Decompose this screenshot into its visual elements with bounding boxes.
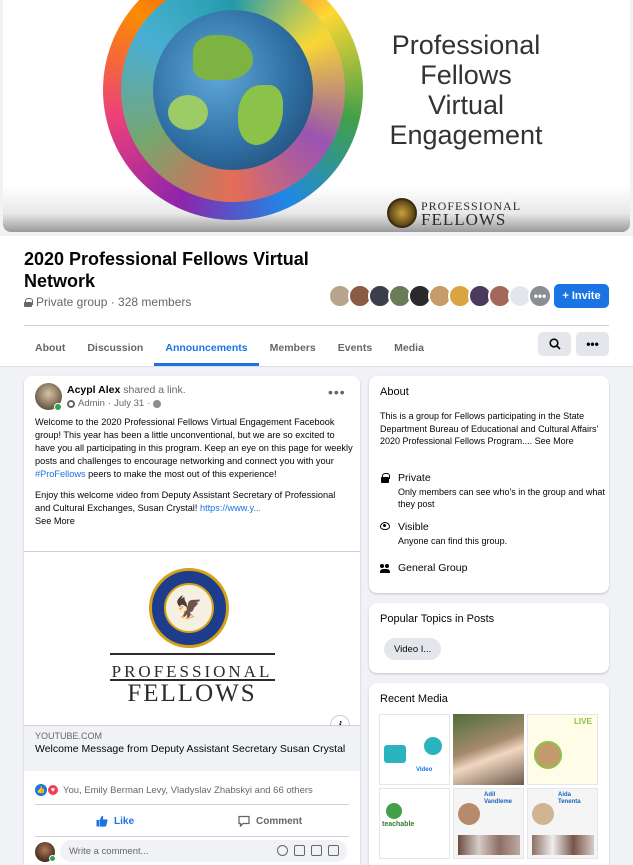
media-title: Recent Media <box>380 693 448 705</box>
post-url-link[interactable]: https://www.y... <box>200 503 261 513</box>
tab-events[interactable]: Events <box>327 330 383 366</box>
search-icon <box>548 338 561 350</box>
tab-about[interactable]: About <box>24 330 76 366</box>
search-button[interactable] <box>538 332 571 356</box>
invite-button[interactable]: + Invite <box>554 284 609 308</box>
media-thumbnail[interactable]: teachable <box>379 788 450 859</box>
online-status-icon <box>49 855 56 862</box>
camera-icon[interactable] <box>294 845 305 856</box>
comment-input[interactable]: Write a comment... <box>60 840 347 862</box>
post-menu-icon[interactable]: ••• <box>328 384 346 400</box>
post-text: Welcome to the 2020 Professional Fellows… <box>35 417 353 526</box>
about-description: This is a group for Fellows participatin… <box>380 411 599 446</box>
author-name[interactable]: Acypl Alex <box>67 384 120 396</box>
state-department-seal-icon: 🦅 <box>149 568 229 648</box>
avatar <box>534 741 562 769</box>
cover-photo[interactable]: Professional Fellows Virtual Engagement … <box>3 0 630 232</box>
header-divider <box>24 325 609 326</box>
gif-icon[interactable] <box>311 845 322 856</box>
admin-badge-icon <box>67 399 75 408</box>
more-dots-icon: ••• <box>586 337 599 351</box>
header-shadow <box>0 366 633 367</box>
avatar <box>532 803 554 825</box>
recent-media-card: Recent Media Video LIVE teachable Adil V… <box>369 683 609 865</box>
post-date[interactable]: July 31 <box>114 398 144 409</box>
link-domain: YOUTUBE.COM <box>35 731 103 741</box>
like-button[interactable]: Like <box>96 810 134 832</box>
audience-globe-icon <box>153 399 162 408</box>
love-reaction-icon: ♥ <box>47 784 59 796</box>
media-thumbnail[interactable]: Video <box>379 714 450 785</box>
group-meta: Private group · 328 members <box>24 295 191 309</box>
globe-art <box>153 10 313 170</box>
people-icon <box>380 563 390 573</box>
like-reaction-icon: 👍 <box>35 784 47 796</box>
group-meta-text[interactable]: Private group · 328 members <box>36 295 191 309</box>
see-more-link[interactable]: See More <box>535 436 574 446</box>
topic-pill[interactable]: Video I... <box>384 638 442 660</box>
sticker-icon[interactable] <box>328 845 339 856</box>
post-author: Acypl Alex shared a link. <box>67 384 186 396</box>
media-thumbnail[interactable]: LIVE <box>527 714 598 785</box>
avatar <box>458 803 480 825</box>
visibility-row: Visible Anyone can find this group. <box>380 521 507 547</box>
link-preview[interactable]: YOUTUBE.COM Welcome Message from Deputy … <box>24 725 360 771</box>
group-type-row: General Group <box>380 562 467 574</box>
cover-logo: PROFESSIONAL FELLOWS <box>387 196 521 230</box>
hashtag-link[interactable]: #ProFellows <box>35 469 86 479</box>
plus-icon: + <box>562 290 569 302</box>
emoji-icon[interactable] <box>277 845 288 856</box>
reactions-text: You, Emily Berman Levy, Vladyslav Zhabsk… <box>63 784 313 796</box>
comment-button[interactable]: Comment <box>238 810 302 832</box>
see-more-link[interactable]: See More <box>35 516 75 526</box>
thumbs-up-icon <box>96 815 108 827</box>
tab-announcements[interactable]: Announcements <box>154 330 259 366</box>
topics-title: Popular Topics in Posts <box>380 613 495 625</box>
teachable-logo-icon <box>386 803 402 819</box>
reactions-summary[interactable]: 👍 ♥ You, Emily Berman Levy, Vladyslav Zh… <box>35 784 313 796</box>
image-text-fellows: FELLOWS <box>127 680 257 707</box>
tab-media[interactable]: Media <box>383 330 435 366</box>
link-title: Welcome Message from Deputy Assistant Se… <box>35 743 346 755</box>
author-role: Admin <box>78 398 105 409</box>
privacy-row: Private Only members can see who's in th… <box>380 472 609 510</box>
popular-topics-card: Popular Topics in Posts Video I... <box>369 603 609 673</box>
eye-icon <box>380 522 390 530</box>
post-action-text: shared a link. <box>120 384 186 396</box>
about-title: About <box>380 386 409 398</box>
more-members-icon[interactable]: ••• <box>528 284 552 308</box>
comment-icon <box>238 815 250 827</box>
tab-members[interactable]: Members <box>259 330 327 366</box>
tab-discussion[interactable]: Discussion <box>76 330 154 366</box>
post-card: Acypl Alex shared a link. Admin · July 3… <box>24 376 360 865</box>
cover-title: Professional Fellows Virtual Engagement <box>389 30 543 150</box>
media-thumbnail[interactable] <box>453 714 524 785</box>
online-status-icon <box>54 403 62 411</box>
group-title[interactable]: 2020 Professional Fellows Virtual Networ… <box>24 248 324 292</box>
state-seal-icon <box>387 198 417 228</box>
post-subline: Admin · July 31 · <box>67 398 162 409</box>
lock-icon <box>24 297 33 307</box>
link-preview-image[interactable]: 🦅 PROFESSIONAL FELLOWS i <box>24 552 360 735</box>
about-card: About This is a group for Fellows partic… <box>369 376 609 593</box>
group-tabs: About Discussion Announcements Members E… <box>24 330 435 366</box>
member-avatars: ••• <box>328 284 552 308</box>
lock-icon <box>380 473 390 483</box>
more-options-button[interactable]: ••• <box>576 332 609 356</box>
group-header: 2020 Professional Fellows Virtual Networ… <box>0 236 633 366</box>
media-thumbnail[interactable]: Aida Tenenta <box>527 788 598 859</box>
media-thumbnail[interactable]: Adil Vandleme <box>453 788 524 859</box>
cover-area: Professional Fellows Virtual Engagement … <box>0 0 633 236</box>
video-icon <box>384 745 406 763</box>
